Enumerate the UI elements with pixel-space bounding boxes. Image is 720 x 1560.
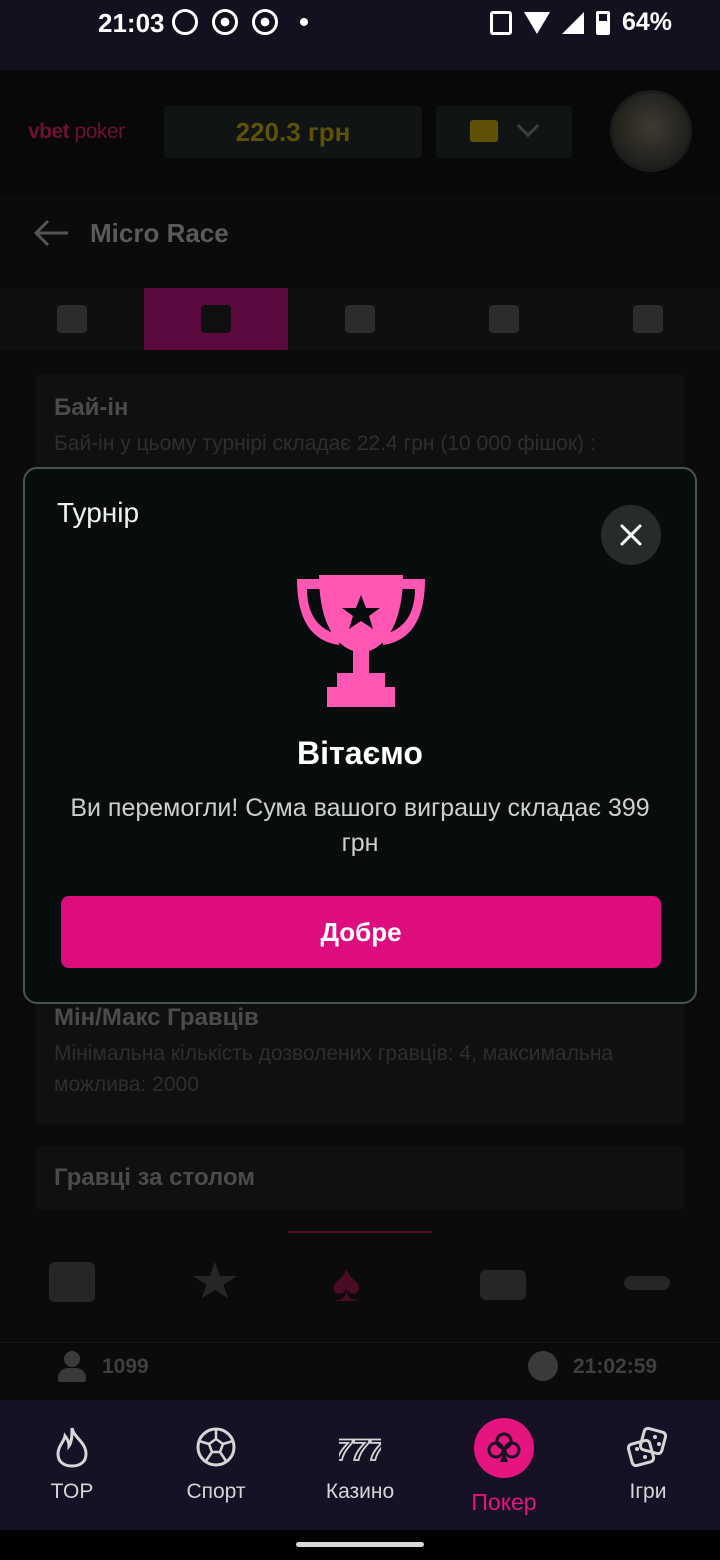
notification-icons [172,9,308,35]
clock-icon [528,1351,558,1381]
tab-tables[interactable] [288,288,432,350]
tab-prizes[interactable] [432,288,576,350]
vibrate-icon [489,10,512,35]
status-time: 21:03 [98,8,165,38]
dice-icon [626,1426,668,1468]
nav-label-sport: Спорт [186,1480,246,1503]
table-players-card: Гравці за столом [36,1146,684,1210]
dialog-heading: Вітаємо [297,735,423,771]
spade-icon[interactable]: ♠ [332,1256,361,1310]
tournament-info-row: 1099 21:02:59 [0,1342,720,1400]
poker-active-bubble [474,1418,534,1478]
battery-percent: 64% [621,8,672,36]
nav-item-poker[interactable]: Покер [432,1400,576,1530]
dialog-title: Турнір [57,497,140,528]
app-header: vbet poker 220.3 грн [0,70,720,194]
active-indicator [288,1231,432,1233]
nav-item-top[interactable]: TOP [0,1400,144,1530]
soccer-notification-icon [212,9,238,35]
gesture-bar [0,1530,720,1560]
svg-text:777: 777 [339,1434,381,1466]
system-icons: 64% [489,8,672,37]
nav-item-sport[interactable]: Спорт [144,1400,288,1530]
battery-icon [595,10,610,35]
players-limit-text: Мінімальна кількість дозволених гравців:… [54,1042,614,1096]
status-bar: 21:03 64% [0,0,720,70]
star-icon[interactable] [192,1262,238,1299]
close-icon [620,524,642,546]
flame-icon [56,1427,88,1468]
leaderboard-icon[interactable] [480,1270,526,1300]
user-icon [58,1351,86,1382]
soccer-ball-icon [196,1427,236,1467]
buyin-text: Бай-ін у цьому турнірі складає 22.4 грн … [54,432,596,455]
club-icon [487,1432,521,1462]
wallet-icon[interactable] [49,1262,95,1302]
list-icon [57,305,87,333]
tab-list[interactable] [0,288,144,350]
buyin-title: Бай-ін [54,394,129,421]
nav-label-top: TOP [50,1480,94,1503]
tab-info[interactable] [144,288,288,350]
wifi-icon [523,11,550,34]
soccer-notification-icon [252,9,278,35]
table-players-title: Гравці за столом [54,1164,256,1191]
slots-777-icon: 777 [339,1433,381,1466]
win-dialog: Турнір Вітаємо Ви перемогли! Сума вашого… [23,467,697,1004]
info-icon [201,305,231,333]
tab-players[interactable] [576,288,720,350]
table-icon [345,305,375,333]
balance-display[interactable]: 220.3 грн [164,106,422,158]
ok-button[interactable]: Добре [61,896,661,968]
page-title: Micro Race [90,218,229,248]
page-header: Micro Race [0,194,720,288]
close-button[interactable] [601,505,661,565]
wallet-dropdown[interactable] [436,106,572,158]
tournament-tabs [0,288,720,350]
signal-icon [561,11,584,34]
player-count: 1099 [102,1355,149,1378]
nav-item-casino[interactable]: 777 Казино [288,1400,432,1530]
bottom-nav: TOP Спорт 777 Казино Покер [0,1400,720,1530]
chevron-down-icon [516,114,540,138]
trophy-icon [489,305,519,333]
user-icon [633,305,663,333]
more-notifications-icon [300,18,308,26]
nav-label-poker: Покер [471,1489,537,1515]
nav-label-games: Ігри [629,1480,667,1503]
nav-label-casino: Казино [325,1480,395,1503]
win-message: Ви перемогли! Сума вашого виграшу склада… [70,794,650,857]
home-indicator[interactable] [296,1542,424,1547]
avatar[interactable] [610,90,692,172]
clock-time: 21:02:59 [573,1355,658,1378]
more-icon[interactable] [624,1276,670,1290]
wallet-icon [470,120,498,142]
back-arrow-icon[interactable] [33,218,70,254]
poker-toolbar: ♠ [0,1230,720,1340]
app-notification-icon [172,9,198,35]
nav-item-games[interactable]: Ігри [576,1400,720,1530]
vbet-poker-logo[interactable]: vbet poker [28,120,125,144]
trophy-icon [293,575,429,714]
players-limit-card: Мін/Макс Гравців Мінімальна кількість до… [36,990,684,1124]
